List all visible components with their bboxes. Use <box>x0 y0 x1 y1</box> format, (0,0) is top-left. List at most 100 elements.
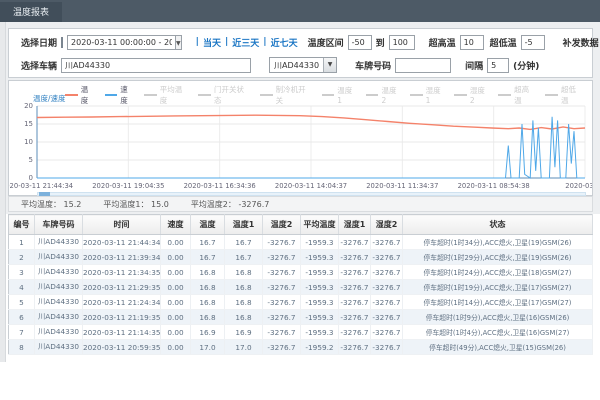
low-temp-input[interactable] <box>521 35 545 50</box>
high-temp-label: 超高温 <box>429 36 456 49</box>
filter-row-1: 选择日期 ▼ |当天|近三天|近七天 温度区间 到 超高温 超低温 补发数据 <box>9 32 592 52</box>
quick-link-近三天[interactable]: 近三天 <box>232 36 259 49</box>
table-cell: 2020-03-11 21:39:34 <box>83 250 161 265</box>
table-row[interactable]: 2川AD443302020-03-11 21:39:340.0016.716.7… <box>9 250 593 265</box>
legend-marker-icon <box>65 94 78 96</box>
date-dropdown-arrow-icon[interactable]: ▼ <box>176 35 182 50</box>
link-separator: | <box>263 37 266 47</box>
table-row[interactable]: 3川AD443302020-03-11 21:34:350.0016.816.8… <box>9 265 593 280</box>
legend-marker-icon <box>260 94 273 96</box>
table-cell: -3276.7 <box>339 325 371 340</box>
table-cell: -3276.7 <box>339 235 371 250</box>
x-axis-ticks: 2020-03-11 21:44:342020-03-11 19:04:3520… <box>9 182 592 192</box>
column-header-温度: 温度 <box>191 215 225 235</box>
table-cell: -3276.7 <box>371 235 403 250</box>
column-header-车牌号码: 车牌号码 <box>35 215 83 235</box>
table-cell: -3276.7 <box>263 340 301 355</box>
x-axis-tick-label: 2020-03-11 <box>565 182 592 190</box>
table-cell: 17.0 <box>191 340 225 355</box>
plate-number-input[interactable] <box>395 58 451 73</box>
table-cell: -3276.7 <box>339 310 371 325</box>
temp-range-min-input[interactable] <box>348 35 372 50</box>
table-cell: 7 <box>9 325 35 340</box>
table-cell: -3276.7 <box>339 265 371 280</box>
table-cell: 16.7 <box>225 235 263 250</box>
legend-marker-icon <box>105 94 118 96</box>
top-tab-bar: 温度报表 <box>0 0 600 22</box>
x-axis-tick-label: 2020-03-11 16:34:36 <box>184 182 256 190</box>
date-range-input[interactable] <box>67 35 176 50</box>
link-separator: | <box>196 37 199 47</box>
table-cell: 川AD44330 <box>35 340 83 355</box>
table-cell: 2020-03-11 21:19:35 <box>83 310 161 325</box>
table-row[interactable]: 8川AD443302020-03-11 20:59:350.0017.017.0… <box>9 340 593 355</box>
y-axis-tick-label: 20 <box>9 102 33 110</box>
table-cell: -3276.7 <box>371 340 403 355</box>
table-cell: 2020-03-11 21:29:35 <box>83 280 161 295</box>
plate-number-label: 车牌号码 <box>355 59 391 72</box>
column-header-编号: 编号 <box>9 215 35 235</box>
table-row[interactable]: 6川AD443302020-03-11 21:19:350.0016.816.8… <box>9 310 593 325</box>
table-cell: -1959.3 <box>301 325 339 340</box>
x-axis-tick-label: 2020-03-11 08:54:38 <box>458 182 530 190</box>
quick-date-links: |当天|近三天|近七天 <box>192 36 298 49</box>
quick-link-近七天[interactable]: 近七天 <box>271 36 298 49</box>
column-header-湿度2: 湿度2 <box>371 215 403 235</box>
table-cell: 2020-03-11 20:59:35 <box>83 340 161 355</box>
table-cell: 停车超时(1时9分),ACC熄火,卫星(16)GSM(26) <box>403 310 593 325</box>
table-cell: 2 <box>9 250 35 265</box>
table-cell: -3276.7 <box>339 280 371 295</box>
legend-marker-icon <box>454 94 467 96</box>
high-temp-input[interactable] <box>460 35 484 50</box>
temp-range-max-input[interactable] <box>389 35 415 50</box>
collapsed-sidebar-strip <box>0 22 6 362</box>
table-row[interactable]: 7川AD443302020-03-11 21:14:350.0016.916.9… <box>9 325 593 340</box>
table-cell: 川AD44330 <box>35 295 83 310</box>
vehicle-select[interactable]: 川AD44330 ▼ <box>269 57 337 73</box>
table-cell: -1959.3 <box>301 235 339 250</box>
table-cell: 0.00 <box>161 340 191 355</box>
table-cell: -1959.2 <box>301 340 339 355</box>
table-cell: 停车超时(1时4分),ACC熄火,卫星(16)GSM(27) <box>403 325 593 340</box>
table-cell: 3 <box>9 265 35 280</box>
table-row[interactable]: 5川AD443302020-03-11 21:24:340.0016.816.8… <box>9 295 593 310</box>
table-row[interactable]: 4川AD443302020-03-11 21:29:350.0016.816.8… <box>9 280 593 295</box>
table-cell: 2020-03-11 21:44:34 <box>83 235 161 250</box>
table-cell: 17.0 <box>225 340 263 355</box>
table-cell: -3276.7 <box>263 325 301 340</box>
summary-item: 平均温度2： -3276.7 <box>191 199 270 210</box>
y-axis-tick-label: 15 <box>9 120 33 128</box>
table-cell: 6 <box>9 310 35 325</box>
table-cell: 16.8 <box>191 265 225 280</box>
calendar-icon <box>61 37 63 48</box>
select-arrow-icon: ▼ <box>323 58 336 72</box>
table-cell: 0.00 <box>161 250 191 265</box>
y-axis-tick-label: 10 <box>9 138 33 146</box>
interval-label: 间隔 <box>465 59 483 72</box>
vehicle-search-input[interactable] <box>61 58 251 73</box>
interval-input[interactable] <box>487 58 509 73</box>
table-cell: 0.00 <box>161 280 191 295</box>
table-cell: -3276.7 <box>339 340 371 355</box>
low-temp-label: 超低温 <box>490 36 517 49</box>
tab-temperature-report[interactable]: 温度报表 <box>0 2 62 24</box>
table-cell: -3276.7 <box>371 310 403 325</box>
table-cell: -3276.7 <box>263 295 301 310</box>
column-header-状态: 状态 <box>403 215 593 235</box>
column-header-速度: 速度 <box>161 215 191 235</box>
table-cell: 16.7 <box>225 250 263 265</box>
table-cell: 停车超时(1时29分),ACC熄火,卫星(19)GSM(26) <box>403 250 593 265</box>
table-cell: 5 <box>9 295 35 310</box>
table-cell: 16.8 <box>191 310 225 325</box>
table-row[interactable]: 1川AD443302020-03-11 21:44:340.0016.716.7… <box>9 235 593 250</box>
quick-link-当天[interactable]: 当天 <box>203 36 221 49</box>
table-cell: 川AD44330 <box>35 250 83 265</box>
x-axis-tick-label: 2020-03-11 14:04:37 <box>275 182 347 190</box>
table-cell: 2020-03-11 21:34:35 <box>83 265 161 280</box>
table-cell: 0.00 <box>161 265 191 280</box>
select-vehicle-label: 选择车辆 <box>21 59 57 72</box>
x-axis-tick-label: 2020-03-11 11:34:37 <box>366 182 438 190</box>
date-range-label: 选择日期 <box>21 36 57 49</box>
table-cell: -1959.3 <box>301 265 339 280</box>
table-cell: 16.8 <box>191 280 225 295</box>
